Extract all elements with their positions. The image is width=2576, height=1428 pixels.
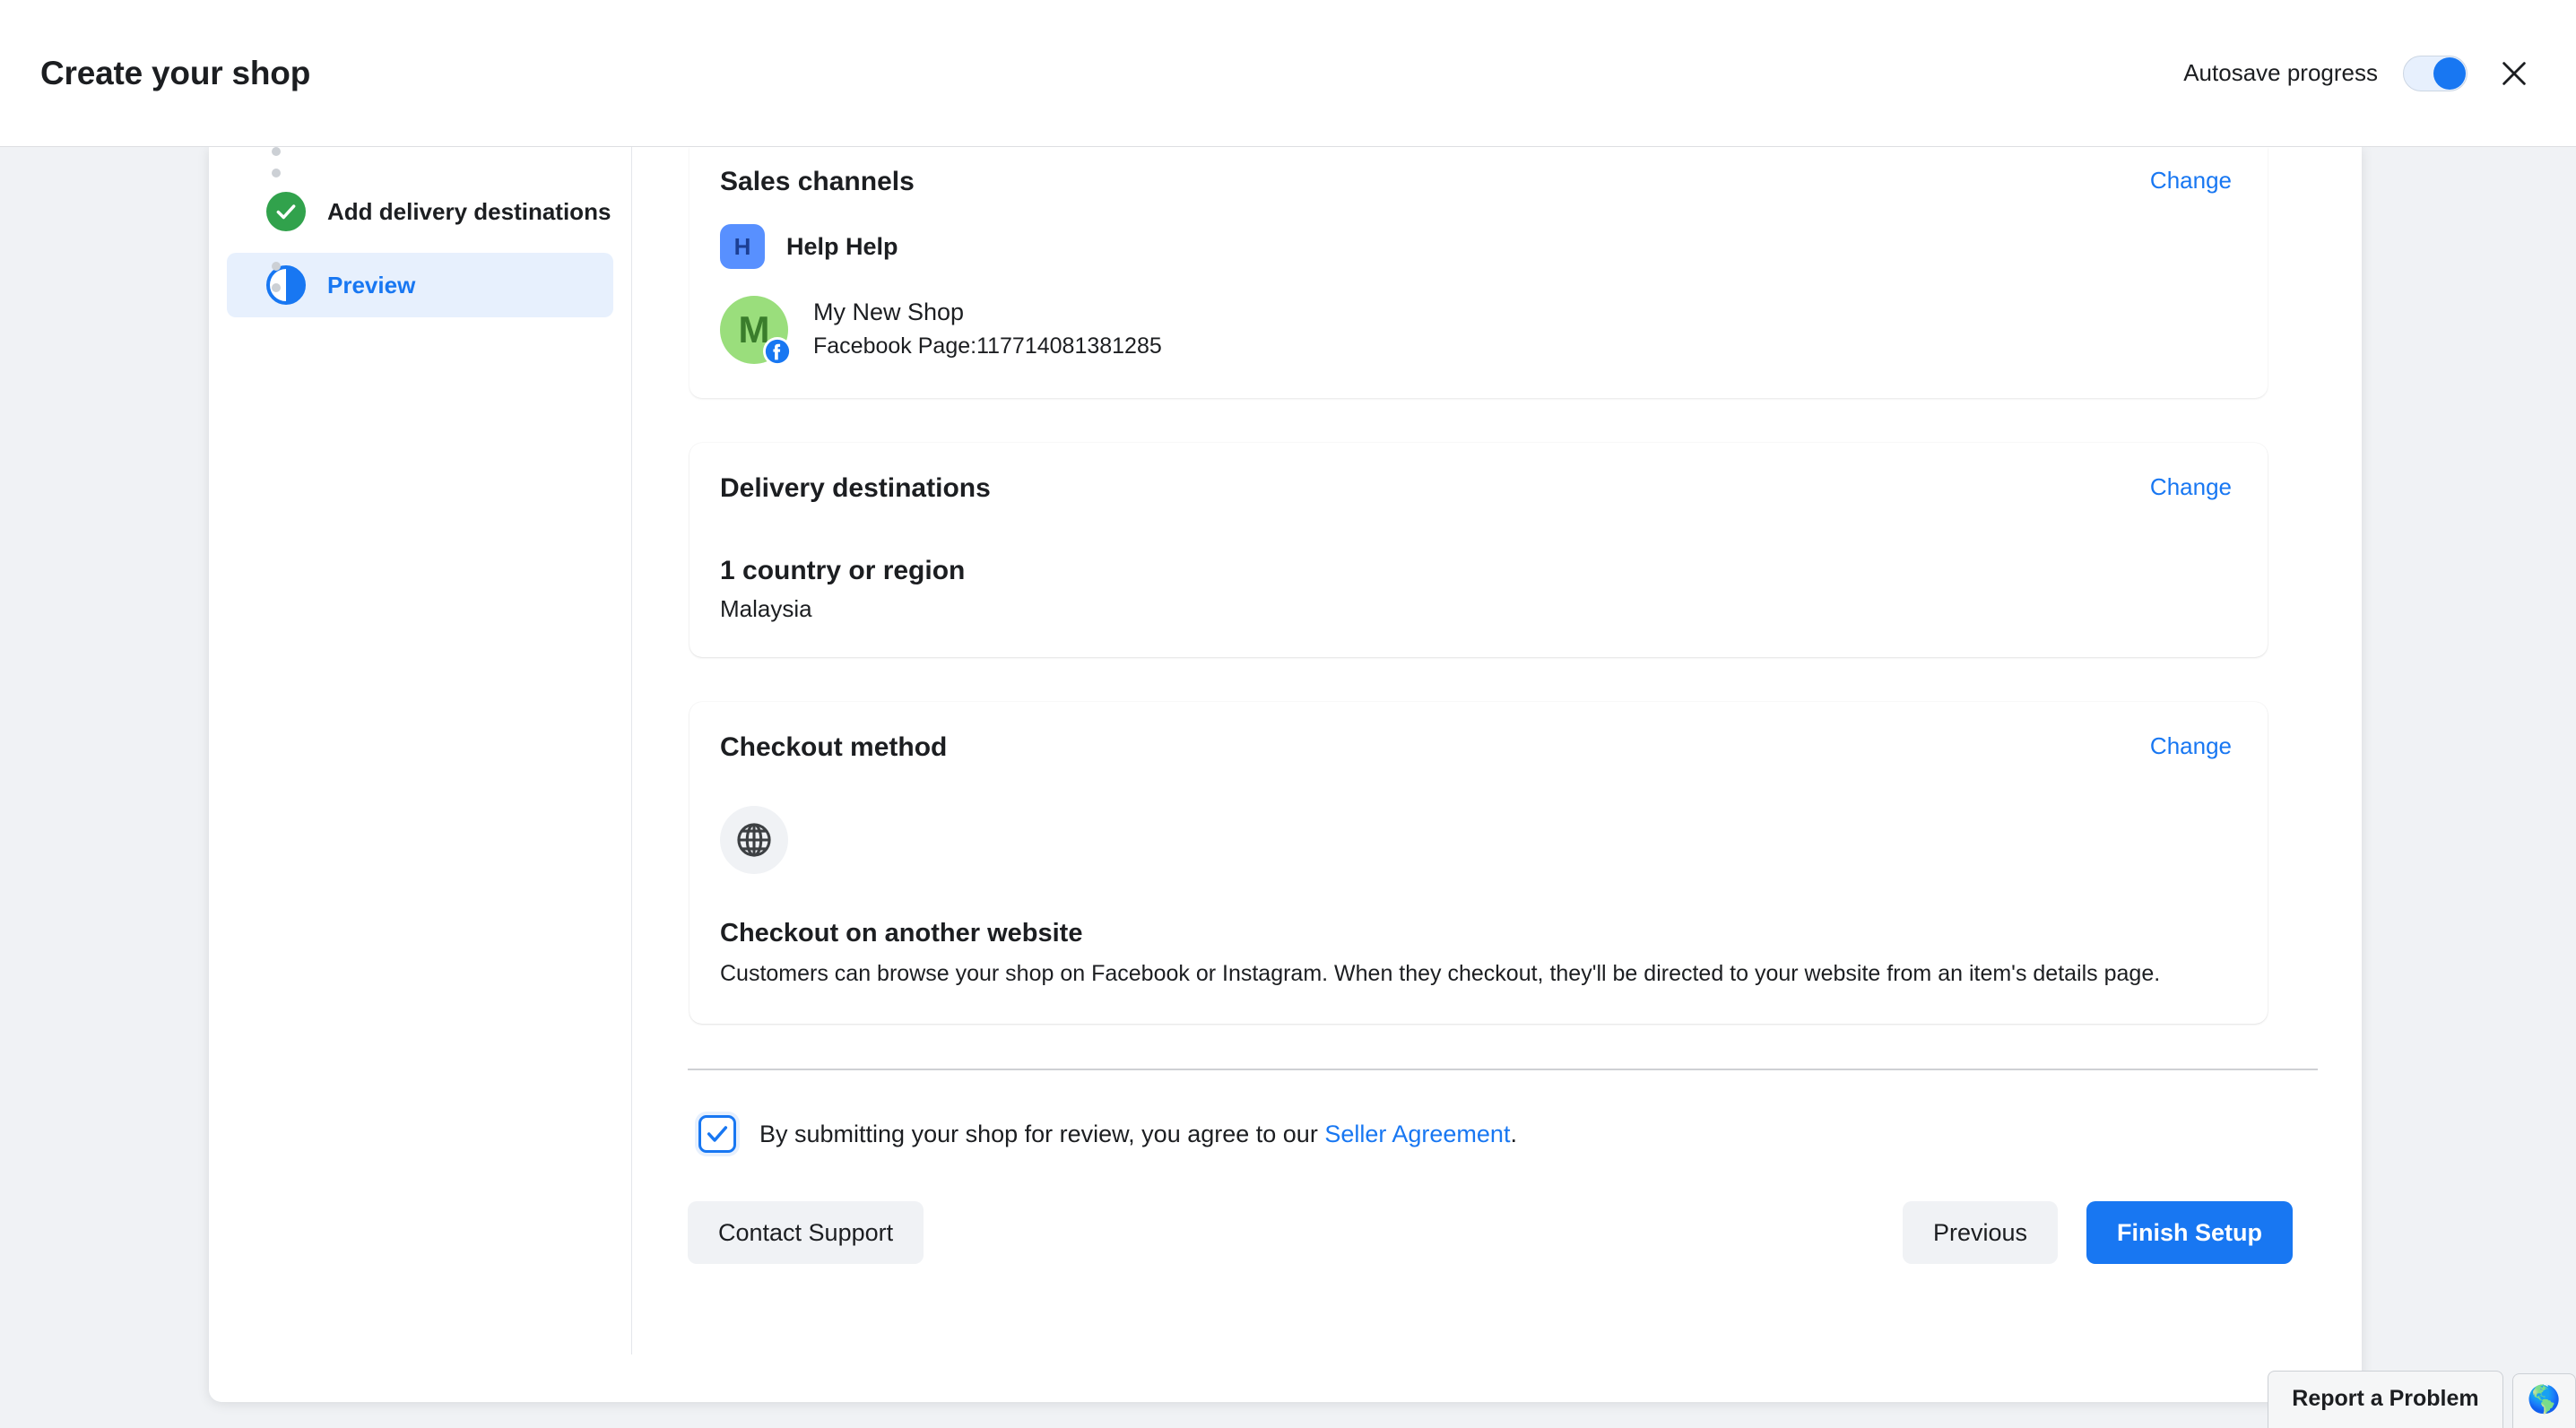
navigation-buttons: Previous Finish Setup: [1903, 1201, 2293, 1264]
agreement-text-after: .: [1510, 1121, 1517, 1147]
business-row: H Help Help: [720, 224, 2232, 269]
dialog-header: Create your shop Autosave progress: [0, 0, 2576, 147]
business-name: Help Help: [786, 233, 898, 261]
autosave-toggle[interactable]: [2403, 56, 2468, 91]
delivery-destinations-title: Delivery destinations: [720, 473, 991, 504]
preview-content: Sales channels Change H Help Help M: [632, 147, 2362, 1354]
close-button[interactable]: [2493, 52, 2536, 95]
footer-actions: Contact Support Previous Finish Setup: [688, 1201, 2293, 1264]
seller-agreement-text: By submitting your shop for review, you …: [759, 1121, 1517, 1148]
check-icon: [705, 1121, 730, 1147]
stepper-connector-middle: [272, 262, 281, 292]
connector-dot: [272, 283, 281, 292]
card-sales-channels: Sales channels Change H Help Help M: [690, 147, 2268, 398]
sales-channels-header: Sales channels Change: [720, 147, 2232, 197]
sidebar-item-add-delivery-destinations[interactable]: Add delivery destinations: [227, 179, 613, 244]
delivery-count: 1 country or region: [720, 556, 2232, 586]
header-actions: Autosave progress: [2183, 52, 2536, 95]
sales-channels-title: Sales channels: [720, 167, 915, 197]
section-divider: [688, 1069, 2318, 1070]
language-globe-button[interactable]: 🌎: [2512, 1373, 2576, 1428]
change-delivery-destinations-link[interactable]: Change: [2150, 473, 2232, 501]
connector-dot: [272, 262, 281, 271]
change-sales-channels-link[interactable]: Change: [2150, 167, 2232, 195]
page-info: My New Shop Facebook Page:11771408138128…: [813, 298, 1162, 362]
seller-agreement-checkbox[interactable]: [698, 1115, 736, 1153]
setup-stepper: Add delivery destinations Preview: [209, 147, 632, 1354]
connector-dot: [272, 147, 281, 156]
autosave-toggle-knob: [2433, 57, 2466, 90]
delivery-destinations-header: Delivery destinations Change: [720, 473, 2232, 504]
report-a-problem-button[interactable]: Report a Problem: [2268, 1371, 2502, 1428]
stepper-connector-top: [272, 147, 281, 199]
change-checkout-method-link[interactable]: Change: [2150, 732, 2232, 760]
checkout-method-name: Checkout on another website: [720, 919, 2232, 948]
globe-icon: [720, 806, 788, 874]
card-checkout-method: Checkout method Change Checkout on anoth…: [690, 702, 2268, 1024]
delivery-country-list: Malaysia: [720, 595, 2232, 623]
page-id: Facebook Page:117714081381285: [813, 332, 1162, 362]
globe-emoji-icon: 🌎: [2528, 1387, 2561, 1414]
card-delivery-destinations: Delivery destinations Change 1 country o…: [690, 443, 2268, 657]
facebook-glyph: [764, 338, 791, 365]
seller-agreement-row: By submitting your shop for review, you …: [698, 1115, 2268, 1153]
avatar: M: [720, 296, 788, 364]
globe-glyph: [734, 820, 774, 860]
finish-setup-button[interactable]: Finish Setup: [2086, 1201, 2293, 1264]
create-shop-dialog: Add delivery destinations Preview Sales …: [209, 147, 2362, 1402]
facebook-page-row: M My New Shop Facebook Page:117714081381…: [720, 296, 2232, 364]
sidebar-item-label: Add delivery destinations: [327, 198, 611, 226]
seller-agreement-link[interactable]: Seller Agreement: [1324, 1121, 1510, 1147]
sidebar-item-preview[interactable]: Preview: [227, 253, 613, 317]
previous-button[interactable]: Previous: [1903, 1201, 2058, 1264]
report-widget: Report a Problem 🌎: [2268, 1371, 2576, 1428]
connector-dot: [272, 169, 281, 177]
checkout-method-title: Checkout method: [720, 732, 947, 763]
checkout-method-description: Customers can browse your shop on Facebo…: [720, 957, 2190, 990]
page-name: My New Shop: [813, 298, 1162, 328]
preview-content-inner: Sales channels Change H Help Help M: [690, 147, 2268, 1264]
sidebar-item-label: Preview: [327, 272, 415, 299]
facebook-icon: [763, 337, 792, 366]
business-avatar: H: [720, 224, 765, 269]
close-icon: [2499, 58, 2529, 89]
agreement-text-before: By submitting your shop for review, you …: [759, 1121, 1324, 1147]
autosave-label: Autosave progress: [2183, 59, 2378, 87]
checkout-method-header: Checkout method Change: [720, 732, 2232, 763]
contact-support-button[interactable]: Contact Support: [688, 1201, 924, 1264]
page-title: Create your shop: [40, 55, 310, 92]
